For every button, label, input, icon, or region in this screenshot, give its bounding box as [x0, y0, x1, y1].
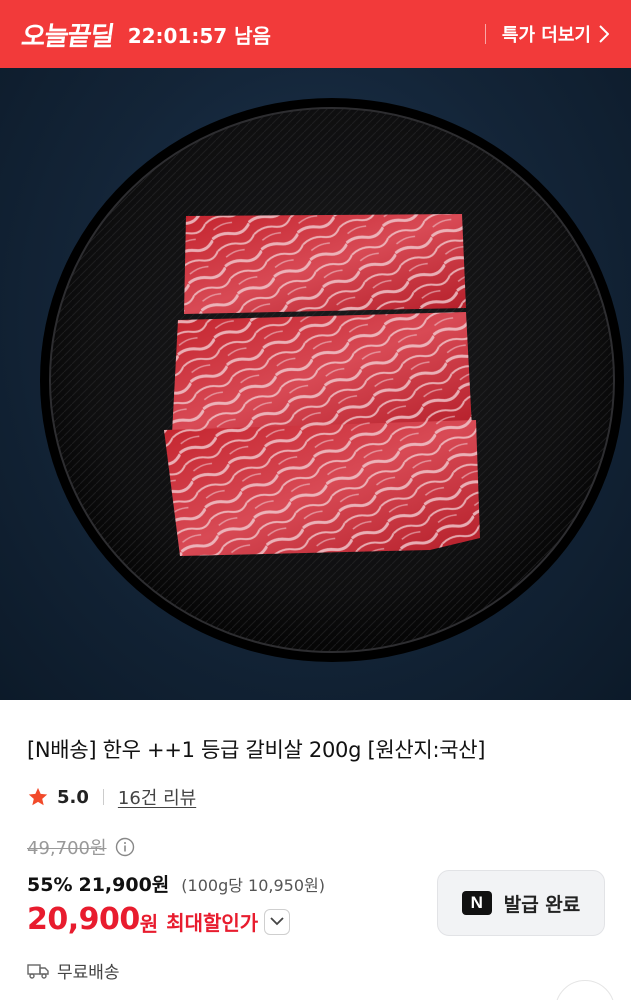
naver-n-icon: N — [461, 891, 492, 915]
chevron-down-icon — [270, 917, 284, 926]
divider — [484, 24, 486, 44]
review-count-link[interactable]: 16건 리뷰 — [118, 784, 196, 810]
meat-slab-bottom — [164, 420, 480, 556]
rating-row: 5.0 16건 리뷰 — [27, 784, 196, 810]
shipping-label: 무료배송 — [57, 963, 120, 983]
chevron-right-icon — [599, 25, 609, 43]
max-discount-price: 20,900 — [27, 902, 140, 937]
deal-banner: 오늘끝딜 22:01:57 남음 특가 더보기 — [0, 0, 631, 68]
product-title: [N배송] 한우 ++1 등급 갈비살 200g [원산지:국산] — [27, 738, 486, 762]
product-image[interactable] — [0, 68, 631, 700]
deal-timer: 22:01:57 남음 — [127, 23, 271, 48]
product-info: [N배송] 한우 ++1 등급 갈비살 200g [원산지:국산] 5.0 16… — [0, 700, 631, 1000]
max-discount-currency: 원 — [139, 912, 159, 936]
rating-value: 5.0 — [57, 786, 89, 808]
sale-price: 21,900원 — [78, 874, 170, 896]
original-price-row: 49,700원 — [27, 834, 135, 860]
unit-price: (100g당 10,950원) — [181, 876, 325, 895]
discount-rate: 55% — [27, 874, 73, 896]
product-photo — [40, 98, 624, 662]
deal-logo: 오늘끝딜 — [19, 21, 116, 52]
floating-button[interactable] — [555, 980, 615, 1000]
original-price: 49,700원 — [27, 838, 107, 859]
coupon-label: 발급 완료 — [503, 893, 581, 916]
truck-icon — [27, 963, 49, 979]
meat-slab-middle — [172, 312, 472, 434]
more-deals-label: 특가 더보기 — [501, 25, 591, 46]
max-discount-label: 최대할인가 — [166, 911, 259, 935]
star-icon — [28, 787, 48, 806]
max-discount-toggle[interactable] — [264, 908, 291, 935]
meat-slab-top — [184, 214, 466, 314]
more-deals-link[interactable]: 특가 더보기 — [502, 21, 609, 47]
max-discount-row: 20,900 원 최대할인가 — [27, 902, 291, 937]
shipping-row: 무료배송 — [27, 958, 120, 983]
divider — [102, 789, 104, 805]
info-icon[interactable] — [115, 837, 135, 857]
coupon-issued-button[interactable]: N 발급 완료 — [437, 870, 605, 936]
sale-price-row: 55% 21,900원 (100g당 10,950원) — [27, 870, 325, 897]
